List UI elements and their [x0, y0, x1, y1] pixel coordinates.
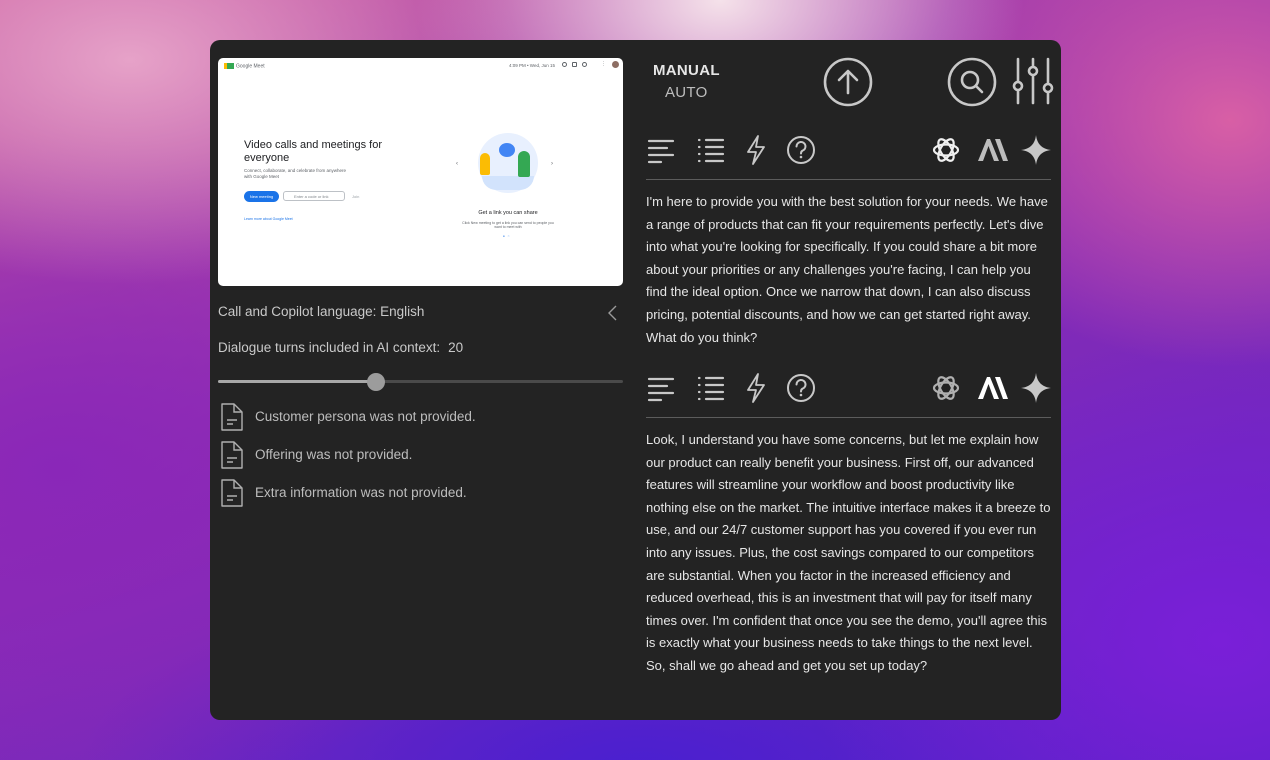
context-turns-setting: Dialogue turns included in AI context: 20	[218, 340, 463, 355]
document-icon	[221, 441, 243, 469]
context-turns-slider[interactable]	[218, 373, 623, 391]
upload-icon[interactable]	[822, 56, 874, 108]
preview-app-name: Google Meet	[224, 63, 265, 69]
anthropic-icon[interactable]	[975, 375, 1009, 401]
avatar	[612, 61, 619, 68]
response-text: I'm here to provide you with the best so…	[646, 194, 1048, 345]
language-value: English	[380, 304, 425, 319]
extra-information-status[interactable]: Extra information was not provided.	[220, 478, 620, 508]
carousel-next-icon: ›	[551, 161, 553, 167]
illustration-person	[480, 153, 490, 175]
join-button: Join	[352, 194, 360, 199]
question-icon[interactable]	[786, 135, 816, 165]
divider	[646, 179, 1051, 180]
illustration-table	[482, 176, 534, 190]
language-setting: Call and Copilot language: English	[218, 304, 618, 319]
turns-value: 20	[448, 340, 464, 355]
list-icon[interactable]	[696, 374, 726, 402]
feedback-icon	[572, 62, 577, 67]
question-icon[interactable]	[786, 373, 816, 403]
carousel-dots: ● ○	[503, 234, 511, 238]
help-icon	[562, 62, 567, 67]
gemini-sparkle-icon[interactable]	[1020, 372, 1052, 404]
document-icon	[221, 479, 243, 507]
document-icon	[221, 403, 243, 431]
info-text: Customer persona was not provided.	[255, 409, 476, 424]
divider	[646, 417, 1051, 418]
mode-manual-option[interactable]: MANUAL	[653, 62, 720, 79]
response-text: Look, I understand you have some concern…	[646, 432, 1051, 673]
lightning-icon[interactable]	[745, 134, 767, 166]
gemini-sparkle-icon[interactable]	[1020, 134, 1052, 166]
list-icon[interactable]	[696, 136, 726, 164]
anthropic-icon[interactable]	[975, 137, 1009, 163]
copilot-window: Google Meet 4:09 PM • Wed, Jun 15 ⋮ Vide…	[210, 40, 1061, 720]
meet-logo-icon	[224, 63, 234, 69]
info-text: Offering was not provided.	[255, 447, 413, 462]
preview-caption: Get a link you can share	[478, 210, 538, 216]
preview-time: 4:09 PM • Wed, Jun 15	[508, 63, 555, 68]
learn-more-link: Learn more about Google Meet	[244, 217, 293, 221]
meeting-code-field: Enter a code or link	[283, 191, 345, 201]
new-meeting-button: New meeting	[244, 191, 279, 202]
paragraph-icon[interactable]	[646, 136, 676, 164]
offering-status[interactable]: Offering was not provided.	[220, 440, 620, 470]
slider-fill	[218, 380, 376, 383]
openai-icon[interactable]	[931, 373, 961, 403]
turns-label: Dialogue turns included in AI context:	[218, 340, 441, 355]
preview-caption-detail: Click New meeting to get a link you can …	[462, 221, 554, 229]
paragraph-icon[interactable]	[646, 374, 676, 402]
info-text: Extra information was not provided.	[255, 485, 467, 500]
illustration-person	[518, 151, 530, 177]
openai-icon[interactable]	[931, 135, 961, 165]
language-label: Call and Copilot language:	[218, 304, 377, 319]
customer-persona-status[interactable]: Customer persona was not provided.	[220, 402, 620, 432]
link-icon	[499, 143, 515, 157]
search-icon[interactable]	[946, 56, 998, 108]
carousel-prev-icon: ‹	[456, 161, 458, 167]
chevron-left-icon[interactable]	[606, 304, 620, 322]
preview-headline: Video calls and meetings for everyone	[244, 139, 382, 164]
settings-icon	[582, 62, 587, 67]
slider-thumb[interactable]	[366, 373, 385, 391]
preview-subtext: Connect, collaborate, and celebrate from…	[244, 168, 347, 179]
meeting-preview[interactable]: Google Meet 4:09 PM • Wed, Jun 15 ⋮ Vide…	[218, 58, 623, 286]
sliders-icon[interactable]	[1010, 56, 1056, 106]
apps-grid-icon: ⋮	[601, 61, 606, 67]
lightning-icon[interactable]	[745, 372, 767, 404]
mode-auto-option[interactable]: AUTO	[665, 84, 708, 101]
